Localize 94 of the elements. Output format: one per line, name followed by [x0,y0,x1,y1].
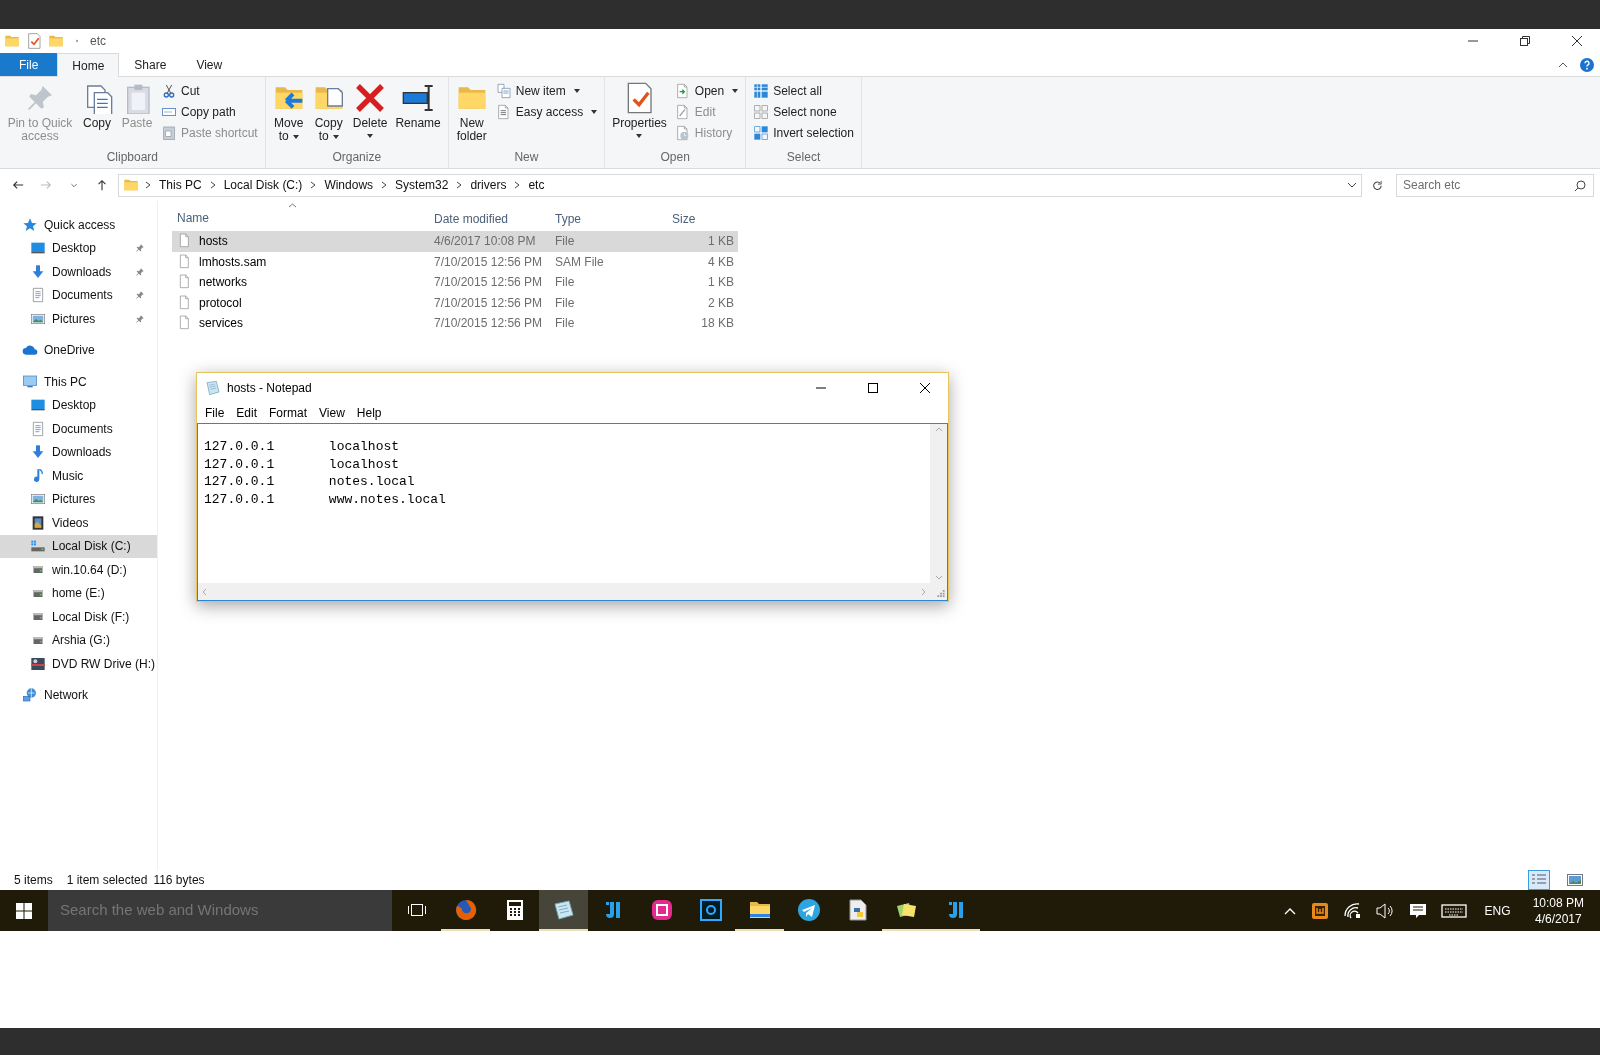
nav-item[interactable]: Desktop [0,393,157,417]
date-cell-text: 7/10/2015 12:56 PM [433,253,544,271]
text-line: 127.0.0.1 localhost [204,455,401,473]
group-label: New [513,149,540,166]
breadcrumb[interactable]: System32 [393,176,451,194]
group-label: Organize [331,149,383,166]
nav-item[interactable]: home (E:) [0,581,157,605]
nav-item[interactable]: DVD RW Drive (H:) [0,652,157,676]
type-cell-text: File [554,274,576,292]
ribbon-button[interactable]: Select none [750,101,857,122]
ribbon-button[interactable]: Easy access [492,101,601,122]
ribbon-tab[interactable]: Share [119,53,182,76]
file-name[interactable]: hosts [199,232,228,251]
text-line: 127.0.0.1 notes.local [204,473,416,491]
ribbon-button[interactable]: Properties [609,80,670,148]
ribbon-button[interactable]: Move to [269,80,308,148]
ribbon-tab[interactable]: View [181,53,238,76]
breadcrumb[interactable]: Windows [322,176,376,194]
text-line: 127.0.0.1 localhost [204,438,401,456]
menu-item[interactable]: View [313,403,351,422]
menu-item[interactable]: Edit [230,403,264,422]
column-header[interactable]: Size [666,205,738,231]
group-label: Select [785,149,822,166]
nav-item[interactable]: Pictures [0,307,157,331]
taskbar-search-field[interactable]: Search the web and Windows [48,890,392,931]
ribbon-button[interactable]: New folder [452,80,491,148]
menu-item[interactable]: File [199,403,231,422]
language-indicator[interactable]: ENG [1478,900,1517,921]
ribbon-button[interactable]: Copy [78,80,116,148]
ribbon-button[interactable]: Copy to [309,80,348,148]
ribbon-button[interactable]: Rename [392,80,444,148]
nav-item[interactable]: Music [0,464,157,488]
menu-item[interactable]: Help [350,403,388,422]
type-cell-text: File [554,233,576,251]
type-cell-text: File [554,315,576,333]
type-cell-text: SAM File [554,253,605,271]
ribbon-button[interactable]: Invert selection [750,122,857,143]
column-header[interactable]: Date modified [428,205,549,231]
size-cell-text: 2 KB [707,294,735,312]
window-title: hosts - Notepad [227,379,312,397]
breadcrumb[interactable]: drivers [468,176,509,194]
clock-date[interactable]: 4/6/2017 [1532,910,1584,927]
nav-item[interactable]: OneDrive [0,338,157,362]
file-name[interactable]: networks [199,273,248,292]
breadcrumb[interactable]: etc [526,176,547,194]
window-title: etc [90,33,106,50]
column-header[interactable]: Type [549,205,666,231]
nav-item[interactable]: Network [0,683,157,707]
nav-item[interactable]: Documents [0,283,157,307]
group-label: Clipboard [105,149,160,166]
nav-item[interactable]: Quick access [0,213,157,237]
selection-size: 116 bytes [153,872,205,889]
nav-item[interactable]: Downloads [0,260,157,284]
date-cell-text: 7/10/2015 12:56 PM [433,294,544,312]
text-line: 127.0.0.1 www.notes.local [204,490,447,508]
group-label: Open [659,149,691,166]
ribbon-button[interactable]: Copy path [158,101,261,122]
date-cell-text: 7/10/2015 12:56 PM [433,274,544,292]
breadcrumb[interactable]: Local Disk (C:) [221,176,305,194]
ribbon-button[interactable]: Select all [750,80,857,101]
breadcrumb[interactable]: This PC [157,176,204,194]
search-field[interactable]: Search etc [1396,173,1594,197]
nav-item[interactable]: Pictures [0,487,157,511]
date-cell-text: 7/10/2015 12:56 PM [433,315,544,333]
address-bar[interactable]: This PC Local Disk (C:) Windows System32 drivers etc [118,173,1362,197]
type-cell-text: File [554,294,576,312]
ribbon-button[interactable]: Open [671,80,742,101]
file-menu-tab[interactable]: File [0,53,58,76]
nav-item[interactable]: Desktop [0,236,157,260]
nav-item[interactable]: Downloads [0,440,157,464]
ribbon-tab[interactable]: Home [57,53,120,77]
nav-item[interactable]: win.10.64 (D:) [0,558,157,582]
size-cell-text: 1 KB [707,274,735,292]
size-cell-text: 4 KB [707,253,735,271]
selection-info: 1 item selected [66,872,148,889]
nav-item[interactable]: Local Disk (F:) [0,605,157,629]
size-cell-text: 18 KB [700,315,735,333]
ribbon-button[interactable]: Cut [158,80,261,101]
ribbon-button[interactable]: Delete [349,80,391,148]
date-cell-text: 4/6/2017 10:08 PM [433,233,537,251]
nav-item[interactable]: Documents [0,417,157,441]
clock-time[interactable]: 10:08 PM [1532,894,1584,911]
nav-item[interactable]: Videos [0,511,157,535]
nav-item[interactable]: Local Disk (C:) [0,534,157,558]
file-name[interactable]: protocol [199,293,242,312]
size-cell-text: 1 KB [707,233,735,251]
file-name[interactable]: lmhosts.sam [199,252,267,271]
column-header[interactable]: Name [172,205,428,231]
item-count: 5 items [14,872,53,889]
ribbon-button[interactable]: New item [492,80,601,101]
nav-item[interactable]: Arshia (G:) [0,628,157,652]
file-name[interactable]: services [199,314,243,333]
menu-item[interactable]: Format [263,403,314,422]
nav-item[interactable]: This PC [0,370,157,394]
